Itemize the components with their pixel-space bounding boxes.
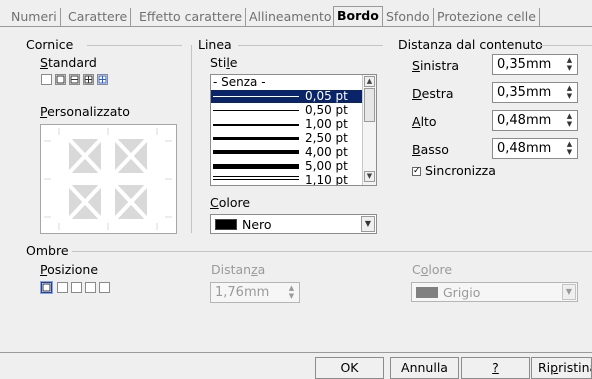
list-item[interactable]: 5,00 pt bbox=[211, 160, 363, 173]
scroll-down-icon[interactable]: ▼ bbox=[364, 171, 375, 182]
ombre-colore-label: Colore bbox=[412, 262, 453, 277]
color-swatch bbox=[416, 287, 438, 298]
tab-carattere[interactable]: Carattere bbox=[65, 8, 132, 26]
chevron-down-icon[interactable]: ▼ bbox=[562, 284, 576, 300]
posizione-label: Posizione bbox=[40, 262, 99, 277]
shadow-color-select[interactable]: Grigio ▼ bbox=[411, 282, 578, 302]
ombre-distanza-label: Distanza bbox=[211, 262, 266, 277]
line-style-list[interactable]: - Senza - 0,05 pt 0,50 pt 1,00 pt 2,50 p… bbox=[210, 74, 377, 186]
destra-label: Destra bbox=[412, 86, 454, 101]
tab-protezione-celle[interactable]: Protezione celle bbox=[434, 8, 540, 26]
border-none-icon[interactable] bbox=[41, 74, 52, 85]
border-preview-icon bbox=[44, 128, 172, 230]
shadow-none-icon[interactable] bbox=[41, 282, 52, 293]
list-item-selected[interactable]: 0,05 pt bbox=[211, 90, 363, 103]
destra-spinner[interactable]: 0,35mm ▲ ▼ bbox=[492, 82, 578, 103]
cornice-rule bbox=[87, 45, 182, 46]
button-bar-divider bbox=[0, 352, 592, 353]
help-button[interactable]: ? bbox=[461, 357, 530, 379]
list-item[interactable]: 1,00 pt bbox=[211, 118, 363, 131]
tab-numeri[interactable]: Numeri bbox=[8, 8, 61, 26]
shadow-top-right-icon[interactable] bbox=[71, 282, 82, 293]
spin-arrows-icon[interactable]: ▲ ▼ bbox=[285, 284, 298, 301]
distanza-rule bbox=[540, 45, 592, 46]
spin-arrows-icon[interactable]: ▲ ▼ bbox=[563, 84, 576, 101]
spin-arrows-icon[interactable]: ▲ ▼ bbox=[563, 140, 576, 157]
distanza-title: Distanza dal contenuto bbox=[398, 37, 543, 52]
scroll-up-icon[interactable]: ▲ bbox=[364, 76, 375, 87]
alto-label: Alto bbox=[412, 114, 437, 129]
ombre-rule bbox=[72, 251, 592, 252]
tab-divider bbox=[0, 26, 592, 27]
shadow-distance-spinner[interactable]: 1,76mm ▲ ▼ bbox=[210, 282, 300, 303]
tab-bordo[interactable]: Bordo bbox=[333, 6, 383, 26]
cornice-linea-divider bbox=[191, 45, 192, 233]
border-box-icon[interactable] bbox=[55, 74, 66, 85]
cornice-title: Cornice bbox=[26, 37, 74, 52]
linea-rule bbox=[238, 45, 383, 46]
spin-arrows-icon[interactable]: ▲ ▼ bbox=[563, 112, 576, 129]
tab-allineamento[interactable]: Allineamento bbox=[246, 8, 336, 26]
border-grid-blue-icon[interactable] bbox=[97, 74, 108, 85]
scroll-thumb[interactable] bbox=[364, 88, 375, 122]
border-box-inner-h-icon[interactable] bbox=[69, 74, 80, 85]
list-item[interactable]: 4,00 pt bbox=[211, 146, 363, 159]
basso-label: Basso bbox=[412, 142, 449, 157]
sinistra-spinner[interactable]: 0,35mm ▲ ▼ bbox=[492, 54, 578, 75]
border-grid-icon[interactable] bbox=[83, 74, 94, 85]
ombre-title: Ombre bbox=[26, 243, 69, 258]
alto-spinner[interactable]: 0,48mm ▲ ▼ bbox=[492, 110, 578, 131]
sinistra-label: Sinistra bbox=[412, 58, 460, 73]
ok-button[interactable]: OK bbox=[315, 357, 384, 379]
shadow-bottom-left-icon[interactable] bbox=[85, 282, 96, 293]
shadow-bottom-right-icon[interactable] bbox=[57, 282, 68, 293]
tab-bar: Numeri Carattere Effetto carattere Allin… bbox=[0, 0, 592, 26]
colore-label: Colore bbox=[210, 195, 251, 210]
sincronizza-checkbox[interactable]: ✓ bbox=[412, 167, 421, 176]
list-item[interactable]: 1,10 pt bbox=[211, 174, 363, 185]
stile-label: Stile bbox=[210, 55, 238, 70]
color-swatch bbox=[215, 219, 237, 230]
standard-label: Standard bbox=[40, 55, 97, 70]
basso-spinner[interactable]: 0,48mm ▲ ▼ bbox=[492, 138, 578, 159]
shadow-color-value: Grigio bbox=[443, 285, 481, 300]
list-item[interactable]: 0,50 pt bbox=[211, 104, 363, 117]
line-color-select[interactable]: Nero ▼ bbox=[210, 214, 377, 234]
border-preview[interactable] bbox=[40, 124, 177, 234]
ripristina-button[interactable]: Ripristina bbox=[531, 357, 592, 379]
spin-arrows-icon[interactable]: ▲ ▼ bbox=[563, 56, 576, 73]
tab-sfondo[interactable]: Sfondo bbox=[383, 8, 434, 26]
line-color-value: Nero bbox=[242, 217, 272, 232]
personalizzato-label: Personalizzato bbox=[40, 104, 130, 119]
annulla-button[interactable]: Annulla bbox=[390, 357, 459, 379]
chevron-down-icon[interactable]: ▼ bbox=[361, 216, 375, 232]
linea-title: Linea bbox=[198, 37, 232, 52]
list-item[interactable]: 2,50 pt bbox=[211, 132, 363, 145]
sincronizza-label: Sincronizza bbox=[425, 163, 496, 178]
list-scrollbar[interactable]: ▲ ▼ bbox=[362, 75, 376, 185]
shadow-top-left-icon[interactable] bbox=[99, 282, 110, 293]
tab-effetto-carattere[interactable]: Effetto carattere bbox=[136, 8, 247, 26]
list-item[interactable]: - Senza - bbox=[211, 76, 363, 89]
